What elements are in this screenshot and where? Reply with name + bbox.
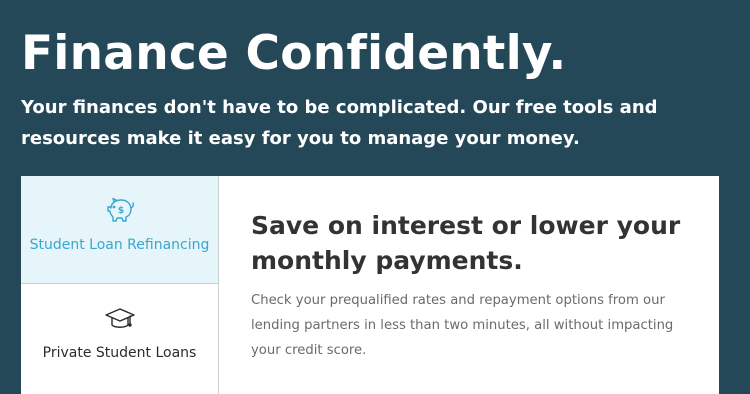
svg-text:$: $ <box>118 206 124 216</box>
tab-label-refinancing: Student Loan Refinancing <box>29 237 210 253</box>
content-heading: Save on interest or lower your monthly p… <box>251 211 681 275</box>
piggy-bank-icon: $ <box>103 196 137 226</box>
tab-student-loan-refinancing[interactable]: $ Student Loan Refinancing <box>21 176 218 284</box>
graduation-cap-icon <box>103 304 137 334</box>
hero-subtitle: Your finances don't have to be complicat… <box>21 97 658 149</box>
product-tabs: $ Student Loan Refinancing Private Stude… <box>21 176 219 394</box>
tab-label-private-loans: Private Student Loans <box>42 345 197 361</box>
product-card: $ Student Loan Refinancing Private Stude… <box>21 176 719 394</box>
tab-private-student-loans[interactable]: Private Student Loans <box>21 284 218 394</box>
content-body: Check your prequalified rates and repaym… <box>251 293 674 358</box>
hero-title: Finance Confidently. <box>21 26 567 81</box>
